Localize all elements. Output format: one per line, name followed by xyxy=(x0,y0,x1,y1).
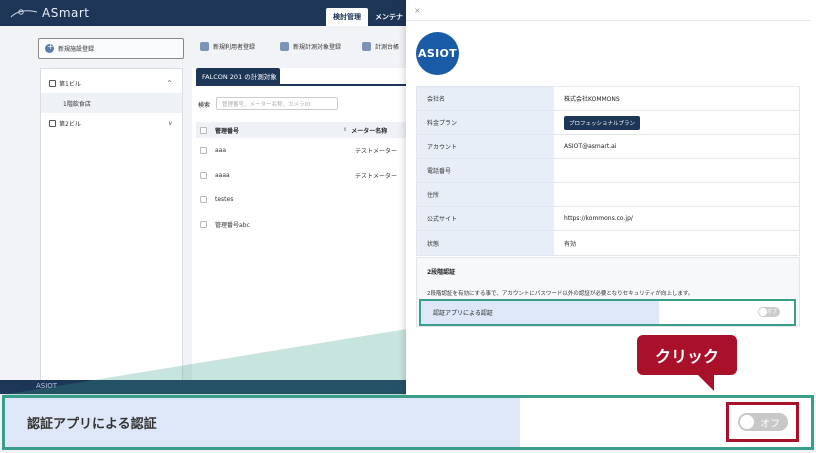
meter-add-icon xyxy=(280,42,289,51)
info-key: 電話番号 xyxy=(417,159,554,182)
info-key: 住所 xyxy=(417,183,554,206)
table-row[interactable]: 管理番号abc xyxy=(196,214,406,234)
callout-tail xyxy=(696,373,714,391)
info-row-phone: 電話番号 xyxy=(417,159,799,183)
cell-meter: テストメーター xyxy=(355,147,398,155)
new-user-label: 新規利用者登録 xyxy=(213,44,256,51)
column-header-meter[interactable]: メーター名称 xyxy=(351,126,387,135)
info-value: プロフェッショナルプラン xyxy=(554,111,799,134)
tree-item-building-2[interactable]: 第2ビル v xyxy=(41,113,182,133)
tab-review[interactable]: 検討管理 xyxy=(326,8,368,26)
ledger-button[interactable]: 計測台帳 xyxy=(362,42,399,51)
info-value: 株式会社KOMMONS xyxy=(564,96,620,103)
info-key: 料金プラン xyxy=(417,111,554,134)
close-icon[interactable]: × xyxy=(414,6,421,15)
toggle-highlight-frame: オフ xyxy=(726,402,799,442)
new-user-button[interactable]: 新規利用者登録 xyxy=(200,42,255,51)
info-row-status: 状態 有効 xyxy=(417,231,799,255)
info-value xyxy=(554,183,799,206)
building-icon xyxy=(49,119,56,127)
zoomed-row-label: 認証アプリによる認証 xyxy=(5,398,520,447)
info-key: 状態 xyxy=(417,231,554,255)
add-icon xyxy=(45,42,54,53)
table-row[interactable]: aaaa テストメーター xyxy=(196,165,406,185)
two-factor-description: 2段階認証を有効にする事で、アカウントにパスワード以外の認証が必要となりセキュリ… xyxy=(427,291,694,297)
info-row-plan: 料金プラン プロフェッショナルプラン xyxy=(417,111,799,135)
row-checkbox[interactable] xyxy=(200,220,207,228)
divider xyxy=(406,20,810,21)
info-row-address: 住所 xyxy=(417,183,799,207)
authenticator-app-row-highlight: 認証アプリによる認証 オフ xyxy=(419,299,796,326)
column-header-id[interactable]: 管理番号 xyxy=(215,126,343,135)
top-tabs: 検討管理 メンテナ xyxy=(326,8,410,26)
cell-meter: テストメーター xyxy=(355,172,398,180)
user-add-icon xyxy=(200,42,209,51)
tree-item-label: 1階飲食店 xyxy=(63,100,91,108)
table-row[interactable]: aaa テストメーター xyxy=(196,140,406,160)
toggle-knob xyxy=(759,308,767,316)
tab-underline xyxy=(196,84,406,86)
info-key: アカウント xyxy=(417,135,554,158)
new-facility-label: 新規施設登録 xyxy=(58,46,95,53)
row-checkbox[interactable] xyxy=(200,146,207,154)
info-value: 有効 xyxy=(564,240,577,248)
cell-id: aaa xyxy=(215,146,227,154)
info-row-company: 会社名 株式会社KOMMONS xyxy=(417,87,799,111)
toggle-knob xyxy=(740,415,754,429)
new-plan-label: 新規計測対象登録 xyxy=(293,44,342,51)
tab-measurement-targets[interactable]: FALCON 201 の計測対象 xyxy=(196,68,280,84)
tree-item-restaurant[interactable]: 1階飲食店 xyxy=(41,93,182,113)
chevron-up-icon[interactable]: ^ xyxy=(167,80,172,87)
info-row-website: 公式サイト https://kommons.co.jp/ xyxy=(417,207,799,231)
info-value[interactable]: https://kommons.co.jp/ xyxy=(554,207,799,230)
company-logo: ASIOT xyxy=(416,32,459,75)
cell-id: 管理番号abc xyxy=(215,221,250,229)
tree-item-label: 第2ビル xyxy=(59,120,81,128)
app-logo[interactable]: ASmart xyxy=(10,4,90,22)
info-value: ASIOT@asmart.ai xyxy=(564,143,617,150)
toggle-state-text: オフ xyxy=(766,309,777,315)
row-checkbox[interactable] xyxy=(200,171,207,179)
tree-item-label: 第1ビル xyxy=(59,80,81,88)
zoomed-authenticator-toggle[interactable]: オフ xyxy=(738,413,788,431)
info-key: 会社名 xyxy=(417,87,554,110)
authenticator-app-label: 認証アプリによる認証 xyxy=(421,301,659,324)
info-value xyxy=(554,159,799,182)
cell-id: aaaa xyxy=(215,171,230,179)
toggle-state-text: オフ xyxy=(760,419,780,430)
sort-icon[interactable]: ⇕ xyxy=(343,127,347,133)
table-header: 管理番号 ⇕ メーター名称 xyxy=(196,122,406,138)
plan-badge: プロフェッショナルプラン xyxy=(564,115,641,130)
logo-mark-icon xyxy=(10,6,38,20)
search-input[interactable]: 管理番号、メーター名称、カメラID xyxy=(216,97,338,110)
ledger-icon xyxy=(362,42,371,51)
info-key: 公式サイト xyxy=(417,207,554,230)
tab-maintenance[interactable]: メンテナ xyxy=(368,8,410,26)
row-checkbox[interactable] xyxy=(200,195,207,203)
info-row-account: アカウント ASIOT@asmart.ai xyxy=(417,135,799,159)
zoomed-authenticator-row: 認証アプリによる認証 オフ xyxy=(2,395,814,450)
account-info-table: 会社名 株式会社KOMMONS 料金プラン プロフェッショナルプラン アカウント… xyxy=(416,86,800,256)
chevron-down-icon[interactable]: v xyxy=(168,120,172,127)
search-label: 検索 xyxy=(198,102,211,109)
new-facility-button[interactable]: 新規施設登録 xyxy=(38,38,184,59)
account-detail-drawer: × ASIOT 会社名 株式会社KOMMONS 料金プラン プロフェッショナルプ… xyxy=(406,0,816,400)
table-row[interactable]: testes xyxy=(196,189,406,209)
new-plan-button[interactable]: 新規計測対象登録 xyxy=(280,42,341,51)
tree-item-building-1[interactable]: 第1ビル ^ xyxy=(41,73,182,93)
two-factor-title: 2段階認証 xyxy=(427,269,456,276)
ledger-label: 計測台帳 xyxy=(375,44,400,51)
click-callout: クリック xyxy=(637,335,737,375)
cell-id: testes xyxy=(215,195,234,203)
logo-text: ASmart xyxy=(42,6,90,20)
building-icon xyxy=(49,79,56,87)
select-all-checkbox[interactable] xyxy=(200,126,207,134)
authenticator-app-toggle[interactable]: オフ xyxy=(758,307,780,317)
